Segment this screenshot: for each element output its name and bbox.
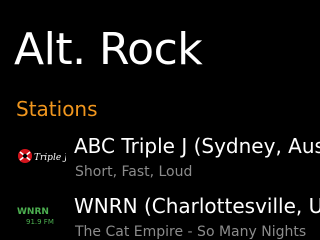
station-item-triple-j[interactable]: Triple J ABC Triple J (Sydney, Aust Shor… [0,132,320,192]
station-item-wnrn[interactable]: WNRN 91.9 FM WNRN (Charlottesville, US T… [0,192,320,240]
page-title: Alt. Rock [14,24,203,75]
station-subtitle: The Cat Empire - So Many Nights [75,224,307,240]
section-header-stations: Stations [16,97,98,121]
svg-text:WNRN: WNRN [17,207,49,217]
station-name: WNRN (Charlottesville, US [74,194,320,218]
svg-text:91.9 FM: 91.9 FM [26,218,54,226]
station-name: ABC Triple J (Sydney, Aust [74,134,320,158]
station-list: Triple J ABC Triple J (Sydney, Aust Shor… [0,132,320,240]
triple-j-logo-icon: Triple J [16,144,66,168]
wnrn-logo-icon: WNRN 91.9 FM [16,204,66,228]
svg-text:Triple J: Triple J [34,153,66,163]
station-subtitle: Short, Fast, Loud [75,164,193,180]
